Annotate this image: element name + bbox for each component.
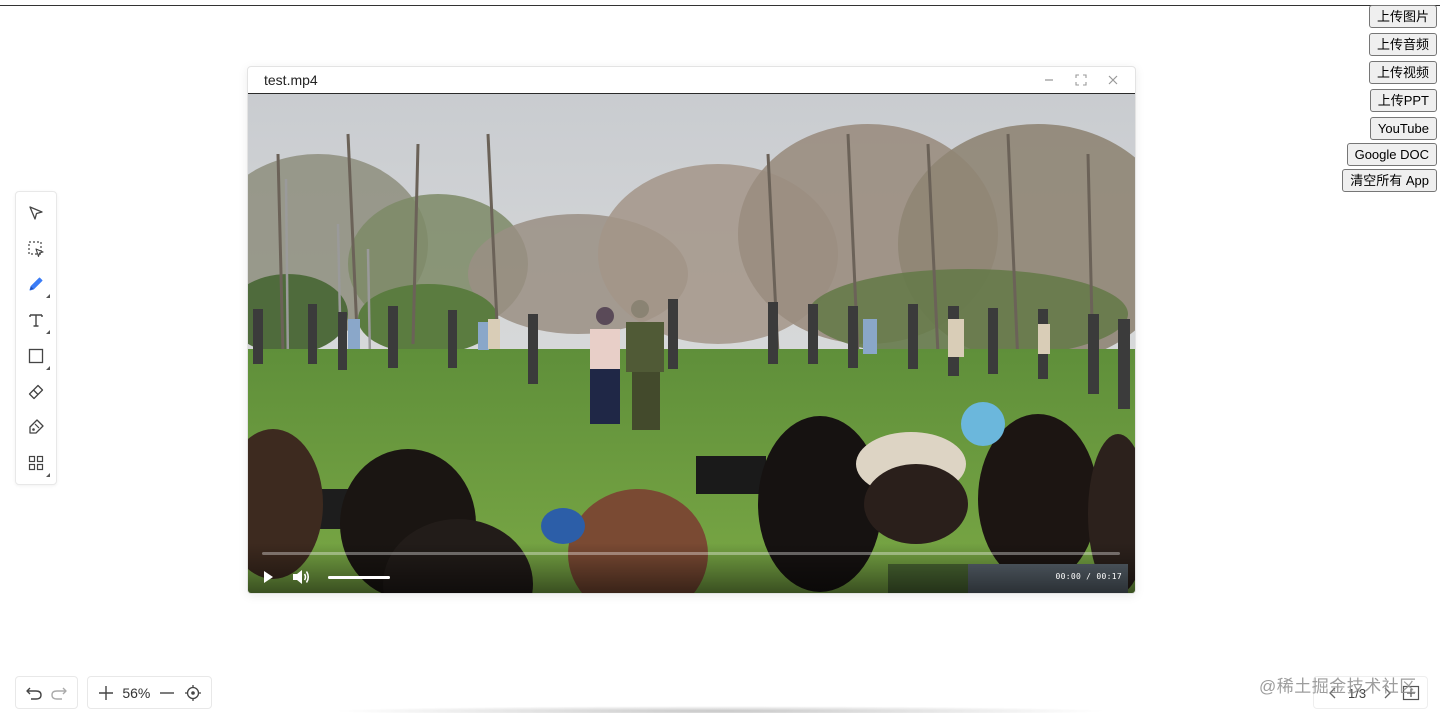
google-doc-button[interactable]: Google DOC (1346, 143, 1437, 166)
shape-tool[interactable] (21, 341, 51, 371)
selector-icon (29, 206, 43, 220)
history-controls (15, 676, 78, 709)
eraser-tool[interactable] (21, 377, 51, 407)
laser-pointer-icon (29, 419, 44, 435)
apps-grid-icon (28, 456, 44, 471)
upload-audio-button[interactable]: 上传音频 (1368, 33, 1437, 56)
volume-icon (293, 570, 310, 584)
reset-view-button[interactable] (183, 683, 203, 703)
redo-button[interactable] (49, 683, 69, 703)
upload-ppt-button[interactable]: 上传PPT (1369, 89, 1437, 112)
text-tool[interactable] (21, 305, 51, 335)
submenu-indicator (46, 365, 50, 370)
clear-all-apps-button[interactable]: 清空所有 App (1342, 169, 1437, 192)
video-controls-bar: 00:00 / 00:17 (248, 543, 1135, 593)
window-title: test.mp4 (264, 72, 318, 88)
video-app-window: test.mp4 00:00 / 00:17 (247, 66, 1136, 594)
undo-button[interactable] (24, 683, 44, 703)
eraser-icon (28, 384, 44, 399)
area-select-icon (28, 241, 44, 257)
youtube-button[interactable]: YouTube (1369, 117, 1437, 140)
top-divider (0, 5, 1440, 6)
close-button[interactable] (1105, 72, 1121, 88)
minus-icon (159, 691, 174, 694)
rectangle-icon (28, 348, 44, 364)
volume-fill (328, 576, 390, 579)
selector-tool[interactable] (21, 198, 51, 228)
upload-image-button[interactable]: 上传图片 (1368, 5, 1437, 28)
fullscreen-button[interactable] (1073, 72, 1089, 88)
zoom-controls: 56% (87, 676, 212, 709)
zoom-level: 56% (122, 684, 151, 701)
time-display: 00:00 / 00:17 (1055, 572, 1122, 581)
text-icon (29, 314, 43, 327)
upload-video-button[interactable]: 上传视频 (1368, 61, 1437, 84)
pencil-icon (29, 277, 43, 291)
target-icon (184, 684, 201, 701)
area-select-tool[interactable] (21, 234, 51, 264)
plus-icon (99, 685, 113, 700)
zoom-out-button[interactable] (157, 683, 177, 703)
play-icon (264, 571, 273, 583)
watermark: @稀土掘金技术社区 (1259, 677, 1417, 696)
tool-bar (15, 191, 57, 485)
window-shadow (330, 706, 1110, 713)
minimize-button[interactable] (1041, 72, 1057, 88)
play-button[interactable] (260, 569, 276, 585)
video-player[interactable]: 00:00 / 00:17 (248, 94, 1135, 593)
laser-pointer-tool[interactable] (21, 413, 51, 443)
submenu-indicator (46, 294, 50, 299)
video-frame-image (248, 94, 1135, 593)
progress-bar[interactable] (262, 552, 1120, 555)
undo-icon (26, 687, 42, 700)
pencil-tool[interactable] (21, 270, 51, 300)
submenu-indicator (46, 330, 50, 334)
fullscreen-icon (1075, 74, 1087, 86)
window-titlebar[interactable]: test.mp4 (248, 67, 1135, 94)
window-controls (1025, 72, 1121, 88)
apps-tool[interactable] (21, 448, 51, 478)
submenu-indicator (46, 473, 50, 477)
volume-button[interactable] (291, 568, 311, 586)
close-icon (1108, 75, 1118, 85)
minimize-icon (1045, 79, 1053, 81)
volume-slider[interactable] (328, 576, 390, 579)
zoom-in-button[interactable] (96, 683, 116, 703)
upload-panel: 上传图片 上传音频 上传视频 上传PPT YouTube Google DOC … (1342, 5, 1437, 197)
redo-icon (51, 687, 67, 700)
